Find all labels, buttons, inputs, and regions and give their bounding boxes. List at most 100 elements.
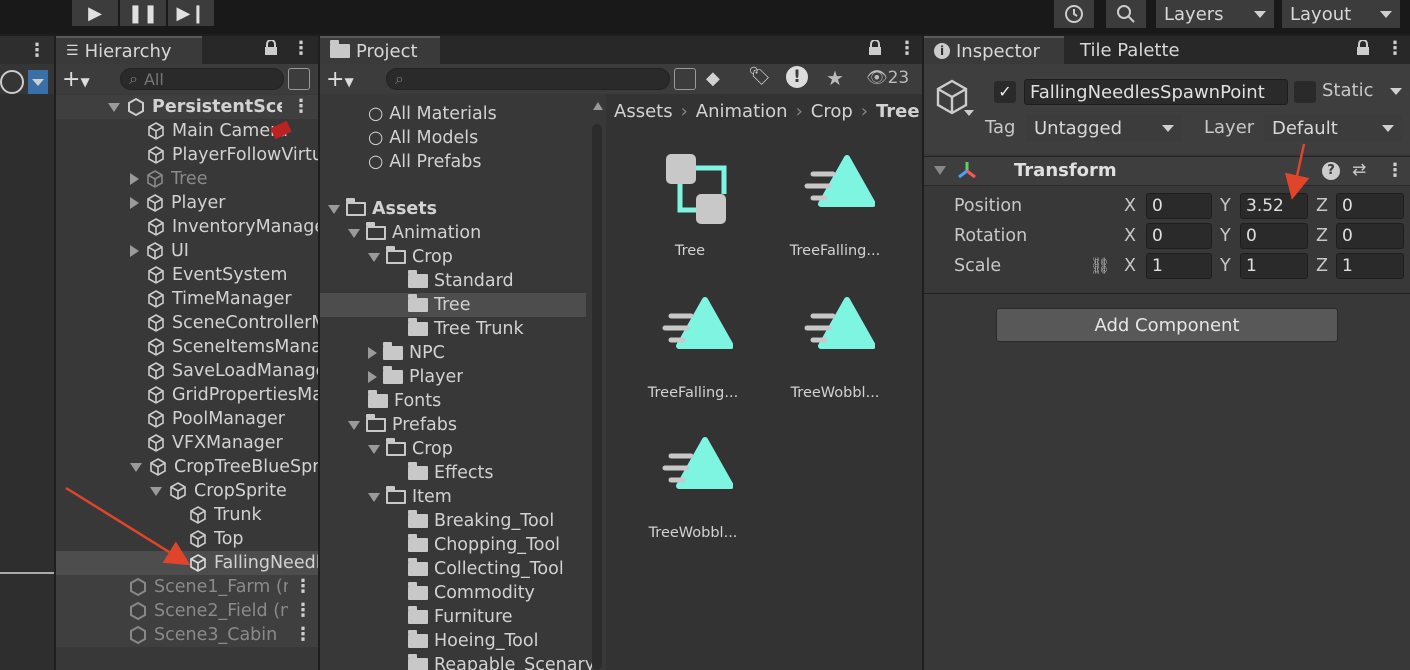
list-item[interactable]: SceneItemsManager [146,335,318,359]
gizmo-dropdown[interactable] [28,70,48,94]
asset-tile[interactable]: TreeFalling... [780,148,890,268]
lock-icon[interactable] [868,39,882,61]
list-item[interactable]: SceneControllerManager [146,311,318,335]
scale-z-field[interactable]: 1 [1336,253,1404,279]
scene-menu-icon[interactable]: ⋮ [294,626,312,644]
breadcrumb-item[interactable]: Animation [696,101,788,122]
chevron-down-icon[interactable] [964,110,974,116]
history-button[interactable] [1054,0,1094,28]
folder-item[interactable]: Prefabs [348,413,457,437]
list-item[interactable]: Player [130,191,318,215]
constrain-proportions-icon[interactable]: ⛓ [1090,256,1110,275]
favorite-item[interactable]: ○ All Models [368,126,478,150]
scene-menu-button[interactable]: ⋮ [28,42,46,60]
folder-item[interactable]: Chopping_Tool [408,533,560,557]
breadcrumb-item[interactable]: Tree [876,101,920,122]
folder-item[interactable]: Player [368,365,463,389]
chevron-down-icon[interactable] [934,166,946,175]
layers-dropdown[interactable]: Layers [1156,0,1274,28]
asset-tile[interactable]: TreeFalling... [638,290,748,410]
scene-header-persistent[interactable]: PersistentScene ⋮ [56,95,318,119]
position-x-field[interactable]: 0 [1146,193,1212,219]
folder-item[interactable]: Breaking_Tool [408,509,554,533]
list-item[interactable]: Tree [130,167,318,191]
create-button[interactable]: +▼ [326,67,354,92]
breadcrumb-item[interactable]: Crop [811,101,853,122]
breadcrumb-item[interactable]: Assets [614,101,673,122]
search-options-icon[interactable] [288,68,310,90]
chevron-down-icon[interactable] [1390,88,1402,95]
folder-item[interactable]: Crop [368,437,453,461]
list-item[interactable]: Main Camera [146,119,318,143]
scroll-up-icon[interactable] [593,102,603,110]
scene-header-field[interactable]: Scene2_Field (not loaded) ⋮ [56,599,318,623]
folder-item[interactable]: Tree Trunk [408,317,524,341]
position-z-field[interactable]: 0 [1336,193,1404,219]
list-item[interactable]: Trunk [188,503,318,527]
list-item[interactable]: EventSystem [146,263,318,287]
step-button[interactable]: ▶❙ [168,0,214,26]
scene-menu-icon[interactable]: ⋮ [292,98,310,116]
hierarchy-menu-button[interactable]: ⋮ [292,40,310,58]
object-name-field[interactable]: FallingNeedlesSpawnPoint [1024,79,1288,105]
rotation-y-field[interactable]: 0 [1240,223,1308,249]
list-item[interactable]: CropTreeBlueSpruce [130,455,318,479]
layout-dropdown[interactable]: Layout [1282,0,1400,28]
pause-button[interactable]: ❚❚ [120,0,166,26]
list-item[interactable]: UI [130,239,318,263]
rotation-x-field[interactable]: 0 [1146,223,1212,249]
position-y-field[interactable]: 3.52 [1240,193,1308,219]
folder-item[interactable]: Effects [408,461,493,485]
list-item[interactable]: Top [188,527,318,551]
active-checkbox[interactable]: ✓ [994,81,1016,103]
preset-icon[interactable]: ⇄ [1352,160,1366,180]
scene-header-farm[interactable]: Scene1_Farm (not loaded) ⋮ [56,575,318,599]
hierarchy-search-input[interactable]: ⌕ All [120,68,284,90]
folder-item-selected[interactable]: Tree [320,293,586,317]
asset-tile[interactable]: Tree [640,148,740,268]
filter-label-icon[interactable]: 🏷 [748,66,771,87]
tag-dropdown[interactable]: Untagged [1026,115,1182,141]
scene-menu-icon[interactable]: ⋮ [294,602,312,620]
hidden-packages-toggle[interactable]: 👁23 [866,68,909,88]
search-options-icon[interactable] [674,68,696,90]
tab-project[interactable]: Project [320,36,440,64]
lock-icon[interactable] [264,39,278,61]
list-item[interactable]: InventoryManager [146,215,318,239]
inspector-menu-button[interactable]: ⋮ [1386,40,1404,58]
favorite-star-icon[interactable]: ★ [826,66,844,90]
scene-header-cabin[interactable]: Scene3_Cabin ⋮ [56,623,318,647]
folder-item[interactable]: Furniture [408,605,513,629]
favorite-item[interactable]: ○ All Prefabs [368,150,481,174]
scale-y-field[interactable]: 1 [1240,253,1308,279]
asset-tile[interactable]: TreeWobbl... [780,290,890,410]
project-search-input[interactable]: ⌕ [386,68,670,90]
folder-item[interactable]: Fonts [368,389,441,413]
folder-item[interactable]: Animation [348,221,481,245]
add-component-button[interactable]: Add Component [996,308,1338,342]
scale-x-field[interactable]: 1 [1146,253,1212,279]
rotation-z-field[interactable]: 0 [1336,223,1404,249]
filter-type-icon[interactable]: ◆ [706,68,720,89]
lock-icon[interactable] [1356,39,1370,61]
favorite-item[interactable]: ○ All Materials [368,102,497,126]
add-button[interactable]: +▼ [62,67,90,92]
scene-menu-icon[interactable]: ⋮ [294,578,312,596]
tab-inspector[interactable]: i Inspector [924,36,1064,64]
list-item[interactable]: VFXManager [146,431,318,455]
gizmo-icon[interactable] [0,70,24,94]
list-item-selected[interactable]: FallingNeedlesSpawnPoint [56,551,318,575]
warning-icon[interactable]: ! [786,66,808,88]
tab-tile-palette[interactable]: Tile Palette [1068,36,1180,64]
search-button[interactable] [1106,0,1146,28]
list-item[interactable]: PlayerFollowVirtualCamera [146,143,318,167]
folder-item[interactable]: Item [368,485,452,509]
folder-item[interactable]: Reapable_Scenary [408,653,595,670]
list-item[interactable]: TimeManager [146,287,318,311]
tab-hierarchy[interactable]: ☰ Hierarchy [56,36,202,64]
project-menu-button[interactable]: ⋮ [898,40,916,58]
folder-item[interactable]: Collecting_Tool [408,557,564,581]
play-button[interactable]: ▶ [72,0,118,26]
layer-dropdown[interactable]: Default [1264,115,1402,141]
folder-item[interactable]: NPC [368,341,445,365]
